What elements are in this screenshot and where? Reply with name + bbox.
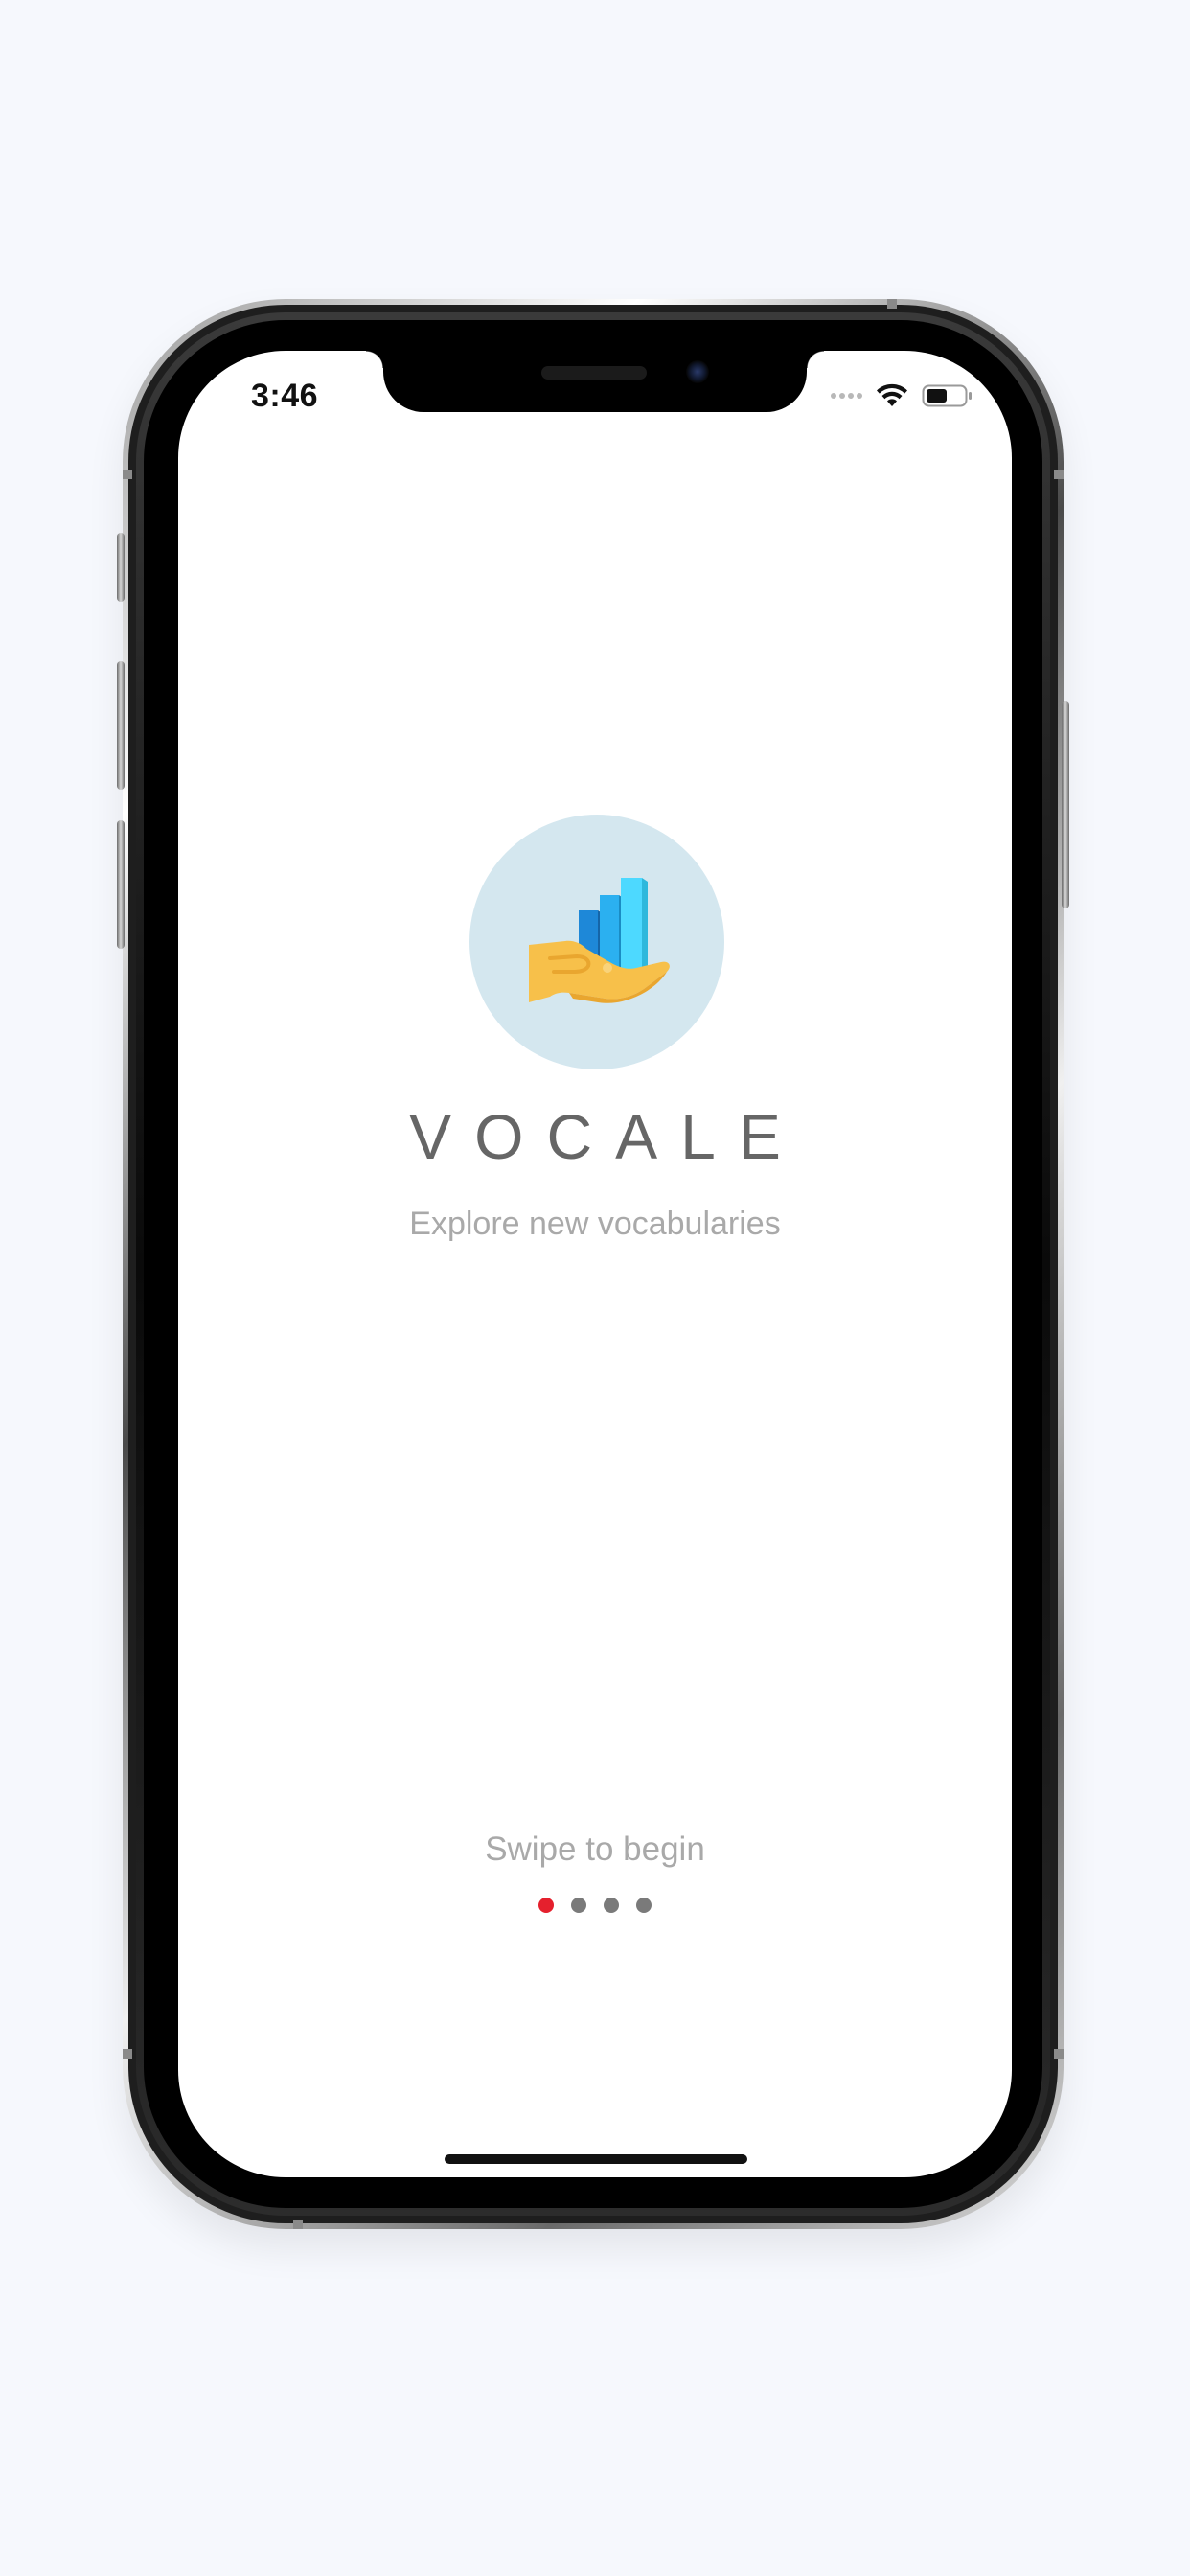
home-indicator[interactable]: [445, 2154, 747, 2164]
earpiece-speaker: [541, 366, 647, 380]
antenna-band: [1054, 470, 1064, 479]
antenna-band: [887, 299, 897, 309]
antenna-band: [293, 2220, 303, 2229]
antenna-band: [123, 2049, 132, 2058]
antenna-band: [1054, 2049, 1064, 2058]
volume-up-button: [117, 661, 125, 790]
page-dot-3[interactable]: [604, 1898, 619, 1913]
hand-holding-chart-icon: [529, 878, 670, 1003]
battery-icon: [922, 384, 972, 407]
status-icons: [831, 381, 973, 410]
status-time: 3:46: [251, 378, 319, 414]
signal-dots-icon: [831, 393, 862, 399]
phone-screen[interactable]: 3:46 VOCALE Explore new vocabularies Swi…: [178, 351, 1012, 2177]
page-dot-2[interactable]: [571, 1898, 586, 1913]
page-dot-4[interactable]: [636, 1898, 652, 1913]
app-tagline: Explore new vocabularies: [409, 1206, 781, 1242]
notch: [366, 351, 824, 412]
power-button: [1062, 702, 1069, 908]
volume-down-button: [117, 820, 125, 949]
front-camera: [686, 360, 709, 383]
page-indicator[interactable]: [178, 1898, 1012, 1913]
antenna-band: [123, 470, 132, 479]
mute-switch: [117, 533, 125, 602]
app-name: VOCALE: [409, 1101, 804, 1172]
page-dot-1[interactable]: [538, 1898, 554, 1913]
wifi-icon: [877, 383, 907, 406]
swipe-hint: Swipe to begin: [485, 1830, 705, 1868]
logo-circle: [469, 815, 724, 1070]
